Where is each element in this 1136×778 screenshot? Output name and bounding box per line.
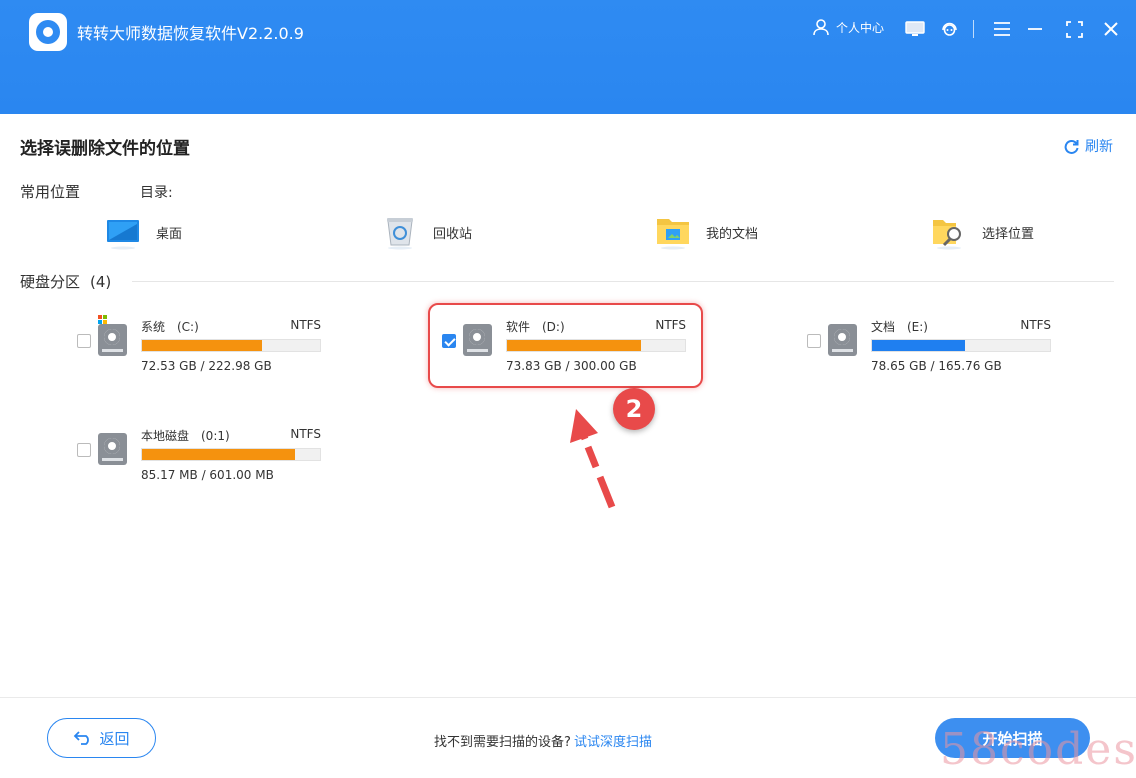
back-label: 返回	[99, 729, 130, 748]
drive-checkbox[interactable]	[807, 334, 821, 348]
refresh-label: 刷新	[1085, 139, 1113, 155]
drive-usage-bar	[871, 339, 1051, 352]
menu-icon[interactable]	[993, 21, 1011, 37]
drive-usage-fill	[872, 340, 965, 351]
location-label: 回收站	[433, 226, 473, 242]
hint-text: 找不到需要扫描的设备?	[434, 735, 571, 750]
drive-name: 系统 (C:)	[141, 320, 199, 334]
app-logo	[29, 13, 67, 51]
section-divider	[132, 281, 1114, 282]
maximize-icon[interactable]	[1066, 21, 1083, 38]
deep-scan-link[interactable]: 试试深度扫描	[574, 731, 652, 750]
drive-local-disk[interactable]: 本地磁盘 (0:1) NTFS 85.17 MB / 601.00 MB	[77, 419, 337, 489]
directory-label: 目录:	[140, 185, 173, 201]
location-recycle-bin[interactable]: 回收站	[383, 214, 472, 250]
drive-size: 85.17 MB / 601.00 MB	[141, 468, 274, 482]
refresh-icon	[1064, 139, 1079, 154]
customer-service-icon[interactable]	[940, 20, 959, 39]
location-label: 选择位置	[982, 226, 1035, 242]
drive-name: 文档 (E:)	[871, 320, 928, 334]
location-desktop[interactable]: 桌面	[106, 214, 182, 250]
user-center-button[interactable]: 个人中心	[812, 18, 884, 36]
hard-drive-icon	[98, 433, 127, 465]
disk-partitions-title: 硬盘分区	[20, 273, 81, 291]
footer-divider	[0, 697, 1136, 698]
disk-count: (4)	[90, 273, 112, 291]
drive-usage-fill	[142, 449, 296, 460]
documents-folder-icon	[656, 214, 690, 250]
common-locations-label: 常用位置	[20, 183, 81, 201]
title-bar: 转转大师数据恢复软件V2.2.0.9 个人中心	[0, 0, 1136, 114]
location-label: 桌面	[156, 226, 183, 242]
selection-highlight	[428, 303, 703, 388]
app-window: 转转大师数据恢复软件V2.2.0.9 个人中心 选择误删除文件的位置 刷新 常用…	[0, 0, 1136, 778]
drive-e[interactable]: 文档 (E:) NTFS 78.65 GB / 165.76 GB	[807, 310, 1067, 380]
location-choose[interactable]: 选择位置	[932, 214, 1034, 250]
user-center-label: 个人中心	[836, 20, 885, 35]
drive-usage-fill	[142, 340, 263, 351]
disk-partitions-label: 硬盘分区 (4)	[20, 271, 111, 292]
drive-usage-bar	[141, 339, 321, 352]
drive-checkbox[interactable]	[77, 443, 91, 457]
drive-c[interactable]: 系统 (C:) NTFS 72.53 GB / 222.98 GB	[77, 310, 337, 380]
back-button[interactable]: 返回	[47, 718, 156, 758]
user-icon	[813, 19, 829, 36]
choose-location-icon	[932, 214, 966, 250]
drive-name: 本地磁盘 (0:1)	[141, 429, 230, 443]
step-badge: 2	[613, 388, 655, 430]
recycle-bin-icon	[383, 214, 417, 250]
back-arrow-icon	[74, 731, 90, 745]
drive-size: 78.65 GB / 165.76 GB	[871, 359, 1002, 373]
drive-filesystem: NTFS	[1020, 318, 1051, 332]
desktop-icon	[106, 214, 140, 250]
minimize-icon[interactable]	[1027, 21, 1043, 37]
drive-size: 72.53 GB / 222.98 GB	[141, 359, 272, 373]
location-label: 我的文档	[706, 226, 759, 242]
drive-filesystem: NTFS	[290, 427, 321, 441]
drive-checkbox[interactable]	[77, 334, 91, 348]
monitor-icon[interactable]	[905, 20, 925, 38]
start-scan-button[interactable]: 开始扫描	[935, 718, 1090, 758]
logo-mark	[36, 20, 60, 44]
hard-drive-icon	[828, 324, 857, 356]
drive-usage-bar	[141, 448, 321, 461]
location-my-documents[interactable]: 我的文档	[656, 214, 758, 250]
refresh-button[interactable]: 刷新	[1064, 136, 1113, 156]
close-icon[interactable]	[1103, 21, 1119, 37]
header-separator	[973, 20, 974, 38]
hard-drive-icon	[98, 324, 127, 356]
drive-filesystem: NTFS	[290, 318, 321, 332]
page-title: 选择误删除文件的位置	[20, 139, 190, 159]
app-title: 转转大师数据恢复软件V2.2.0.9	[77, 24, 304, 43]
